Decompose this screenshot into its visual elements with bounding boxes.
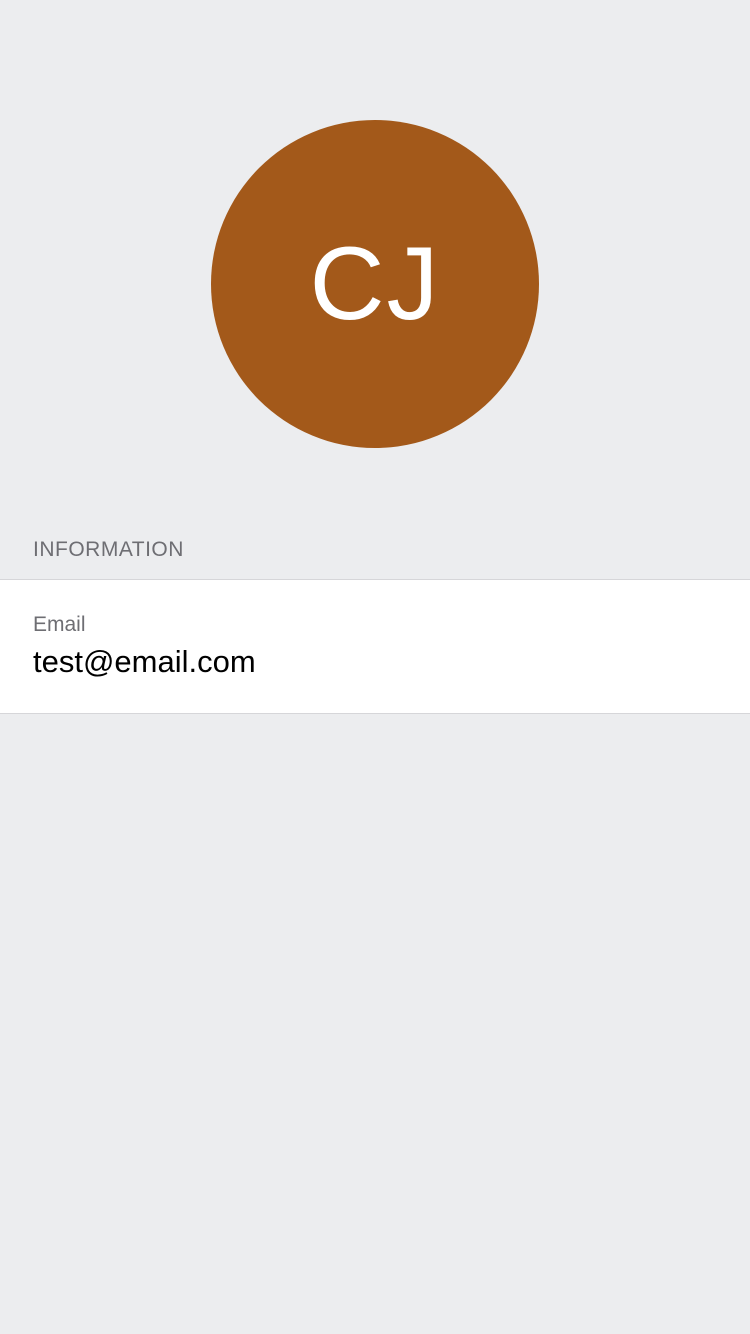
email-label: Email [33,613,86,636]
email-value[interactable]: test@email.com [33,644,256,680]
avatar-initials: CJ [309,226,441,342]
profile-screen: CJ INFORMATION Email test@email.com [0,0,750,1334]
information-section-header: INFORMATION [33,538,184,561]
email-row[interactable]: Email test@email.com [0,579,750,714]
avatar: CJ [211,120,539,448]
